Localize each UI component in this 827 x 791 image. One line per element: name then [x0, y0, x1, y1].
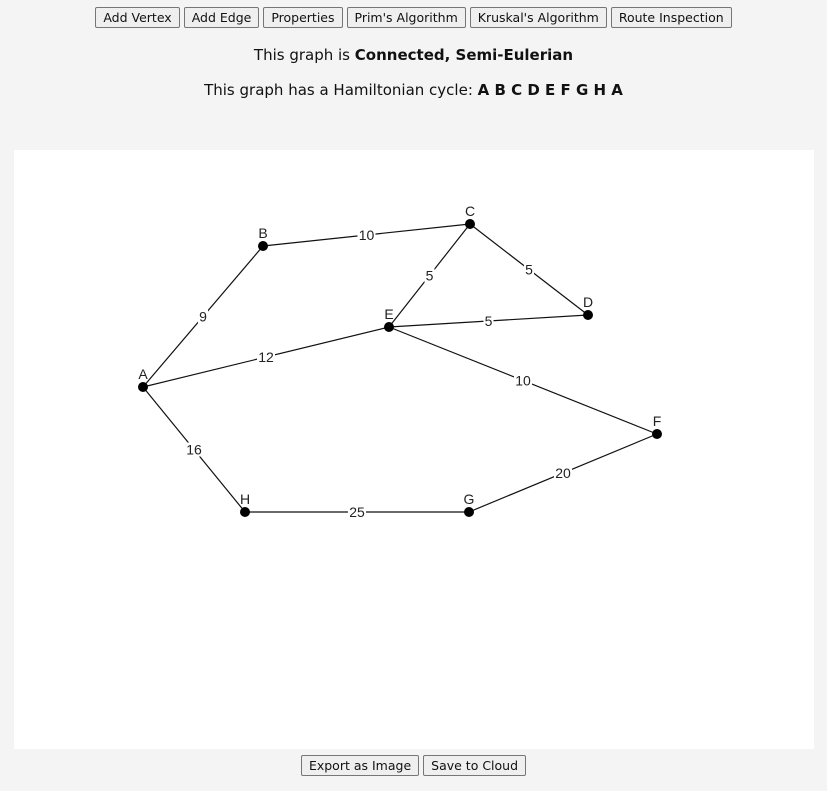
vertex-label-D: D [583, 294, 593, 310]
vertex-G[interactable] [464, 507, 474, 517]
vertex-C[interactable] [465, 219, 475, 229]
kruskals-algorithm-button[interactable]: Kruskal's Algorithm [469, 7, 607, 28]
add-vertex-button[interactable]: Add Vertex [95, 7, 180, 28]
edge-weight-G-F: 20 [555, 465, 571, 481]
save-to-cloud-button[interactable]: Save to Cloud [423, 755, 527, 776]
prims-algorithm-button[interactable]: Prim's Algorithm [346, 7, 466, 28]
graph-properties-status: This graph is Connected, Semi-Eulerian [0, 46, 827, 64]
graph-svg[interactable]: 9 10 5 5 5 12 10 16 25 20 A B C D E F G H [14, 150, 814, 749]
hamiltonian-cycle-status: This graph has a Hamiltonian cycle: A B … [0, 81, 827, 99]
edge-weight-H-G: 25 [349, 504, 365, 520]
vertex-E[interactable] [384, 322, 394, 332]
edge-weight-A-E: 12 [258, 349, 274, 365]
graph-properties-value: Connected, Semi-Eulerian [354, 46, 574, 64]
edge-weight-A-H: 16 [186, 442, 202, 458]
weights-layer: 9 10 5 5 5 12 10 16 25 20 [185, 227, 572, 520]
vertex-F[interactable] [652, 429, 662, 439]
vertex-B[interactable] [258, 241, 268, 251]
vertices-layer: A B C D E F G H [138, 203, 662, 517]
properties-button[interactable]: Properties [263, 7, 343, 28]
edge-weight-C-D: 5 [525, 262, 533, 278]
vertex-label-E: E [384, 306, 393, 322]
vertex-label-A: A [138, 366, 148, 382]
export-image-button[interactable]: Export as Image [300, 755, 420, 776]
vertex-A[interactable] [138, 382, 148, 392]
vertex-label-B: B [258, 225, 267, 241]
edge-weight-E-F: 10 [515, 373, 531, 389]
edge-weight-B-C: 10 [359, 227, 375, 243]
bottom-bar: Export as Image Save to Cloud [0, 755, 827, 776]
graph-canvas[interactable]: 9 10 5 5 5 12 10 16 25 20 A B C D E F G H [14, 150, 814, 749]
vertex-label-F: F [653, 413, 662, 429]
route-inspection-button[interactable]: Route Inspection [610, 7, 732, 28]
hamiltonian-cycle-value: A B C D E F G H A [477, 81, 623, 99]
edge-weight-C-E: 5 [426, 268, 434, 284]
vertex-D[interactable] [583, 310, 593, 320]
edge-weight-E-D: 5 [485, 313, 493, 329]
status-prefix: This graph has a Hamiltonian cycle: [204, 81, 478, 99]
status-prefix: This graph is [253, 46, 355, 64]
vertex-label-C: C [465, 203, 475, 219]
edges-layer [142, 223, 658, 513]
vertex-label-H: H [240, 491, 250, 507]
edge-weight-A-B: 9 [199, 309, 207, 325]
vertex-label-G: G [464, 491, 475, 507]
add-edge-button[interactable]: Add Edge [183, 7, 260, 28]
toolbar: Add Vertex Add Edge Properties Prim's Al… [0, 7, 827, 28]
vertex-H[interactable] [240, 507, 250, 517]
